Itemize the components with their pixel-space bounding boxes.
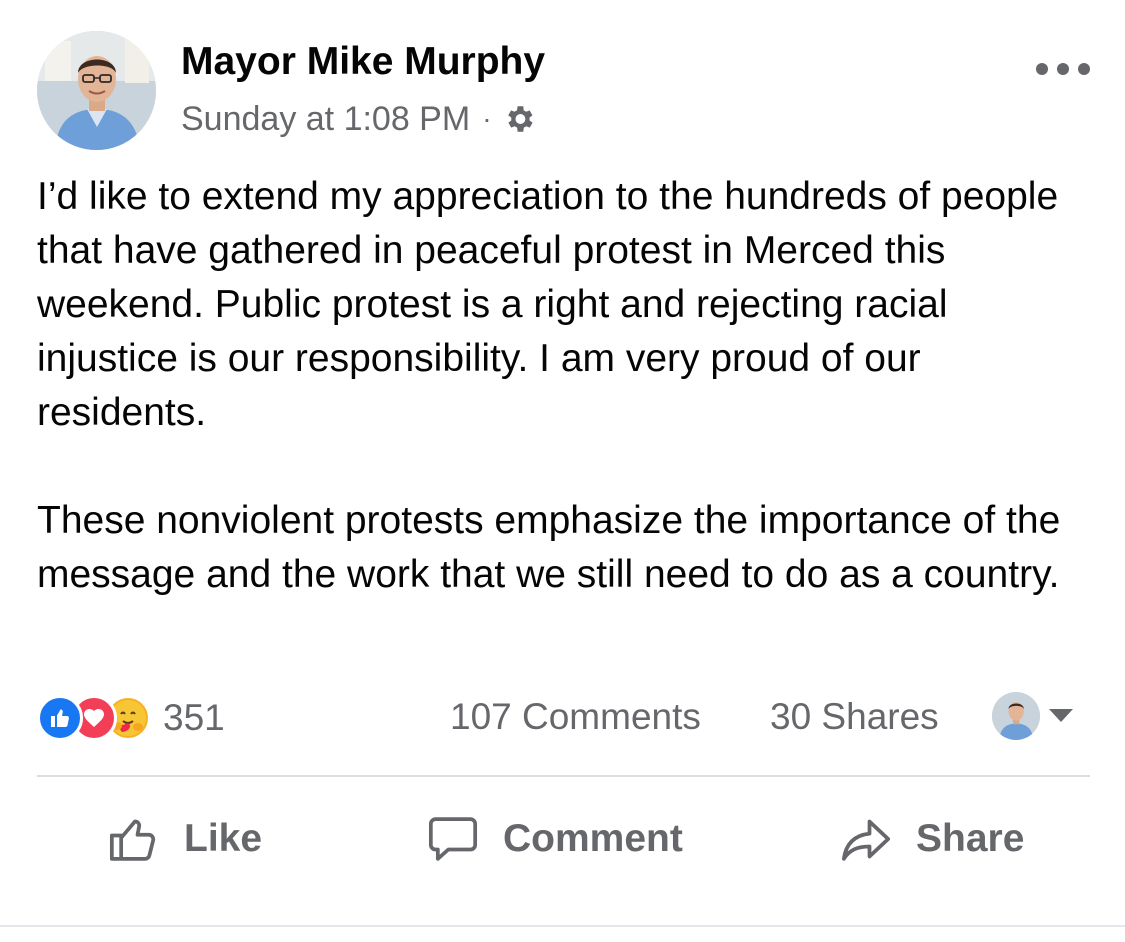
reaction-count: 351 [163,697,225,738]
share-label: Share [916,817,1025,860]
divider [37,775,1090,777]
like-label: Like [184,817,263,860]
comments-count[interactable]: 107 Comments [450,696,701,738]
share-button[interactable]: Share [838,808,1024,870]
share-arrow-icon [841,819,891,861]
comment-button[interactable]: Comment [425,808,683,870]
comment-icon [428,817,478,861]
post-paragraph: These nonviolent protests emphasize the … [37,499,1061,596]
post-stats: 351 107 Comments 30 Shares [37,692,1090,744]
comment-label: Comment [503,817,683,860]
author-name[interactable]: Mayor Mike Murphy [181,40,545,84]
facebook-post: Mayor Mike Murphy Sunday at 1:08 PM · I’… [0,0,1125,942]
chevron-down-icon[interactable] [1049,709,1073,722]
post-body: I’d like to extend my appreciation to th… [37,170,1097,602]
more-options-icon[interactable] [1036,58,1090,80]
profile-selector-avatar[interactable] [992,692,1040,740]
reactions-summary[interactable]: 351 [37,695,225,741]
divider [0,925,1125,927]
avatar-photo [992,692,1040,740]
thumbs-up-icon [109,819,156,861]
shares-count[interactable]: 30 Shares [770,696,939,738]
like-button[interactable]: Like [106,808,262,870]
avatar-photo [37,31,156,150]
post-meta: Sunday at 1:08 PM · [181,97,536,141]
author-avatar[interactable] [37,31,156,150]
gear-icon [507,106,533,132]
meta-separator: · [482,103,492,134]
like-reaction-icon [37,695,83,741]
post-paragraph: I’d like to extend my appreciation to th… [37,175,1059,434]
post-timestamp[interactable]: Sunday at 1:08 PM [181,100,470,139]
